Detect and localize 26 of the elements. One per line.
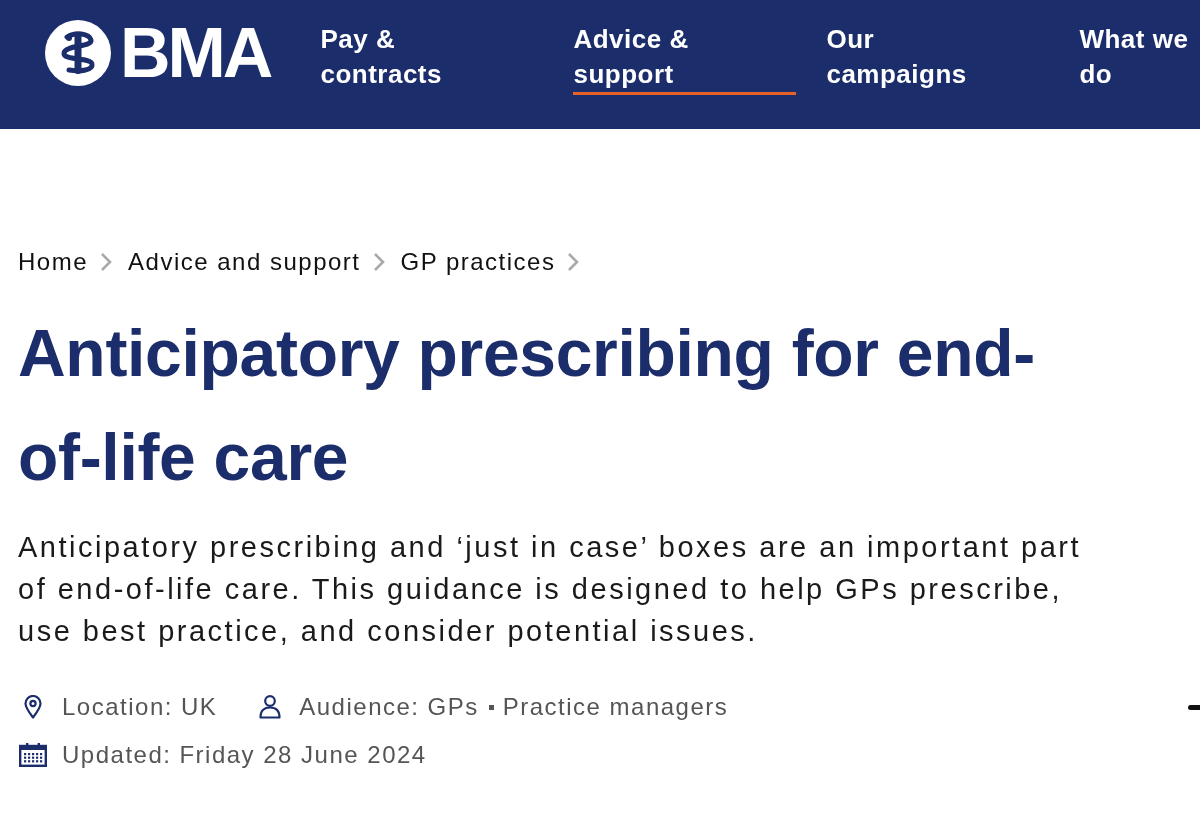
calendar-icon: [19, 743, 47, 767]
square-bullet-icon: [488, 704, 494, 710]
breadcrumb-link[interactable]: GP practices: [400, 247, 556, 277]
location-pin-icon: [24, 695, 42, 719]
nav-tab[interactable]: Pay & contracts: [320, 22, 544, 95]
nav-tab[interactable]: Our campaigns: [826, 22, 1050, 95]
meta-value: Friday 28 June 2024: [179, 740, 427, 770]
chevron-icon: [567, 252, 580, 272]
nav-tab[interactable]: Advice & support: [573, 22, 797, 95]
dash-icon: [1188, 704, 1200, 710]
snake-emblem-icon: [45, 20, 111, 86]
nav-tab[interactable]: What we do: [1079, 22, 1200, 95]
meta-label: Location:: [62, 692, 173, 722]
meta-label: Updated:: [62, 740, 172, 770]
meta-value: GPs: [427, 692, 479, 722]
breadcrumb-link[interactable]: Advice and support: [128, 247, 361, 277]
page-summary: Anticipatory prescribing and ‘just in case’ boxes are an important part of end-of-life care. This guidance is designed to help GPs prescribe, use best practice, and consider potential issues.: [18, 530, 1082, 649]
person-icon: [259, 695, 282, 719]
chevron-icon: [100, 252, 113, 272]
meta-label: Audience:: [299, 692, 420, 722]
page-title: Anticipatory prescribing for end-of-life care: [18, 315, 1036, 496]
meta-value: Practice managers: [502, 692, 729, 722]
logo-link[interactable]: BMA: [45, 20, 271, 86]
meta-value: UK: [180, 692, 218, 722]
breadcrumb-link[interactable]: Home: [18, 247, 89, 277]
chevron-icon: [372, 252, 385, 272]
